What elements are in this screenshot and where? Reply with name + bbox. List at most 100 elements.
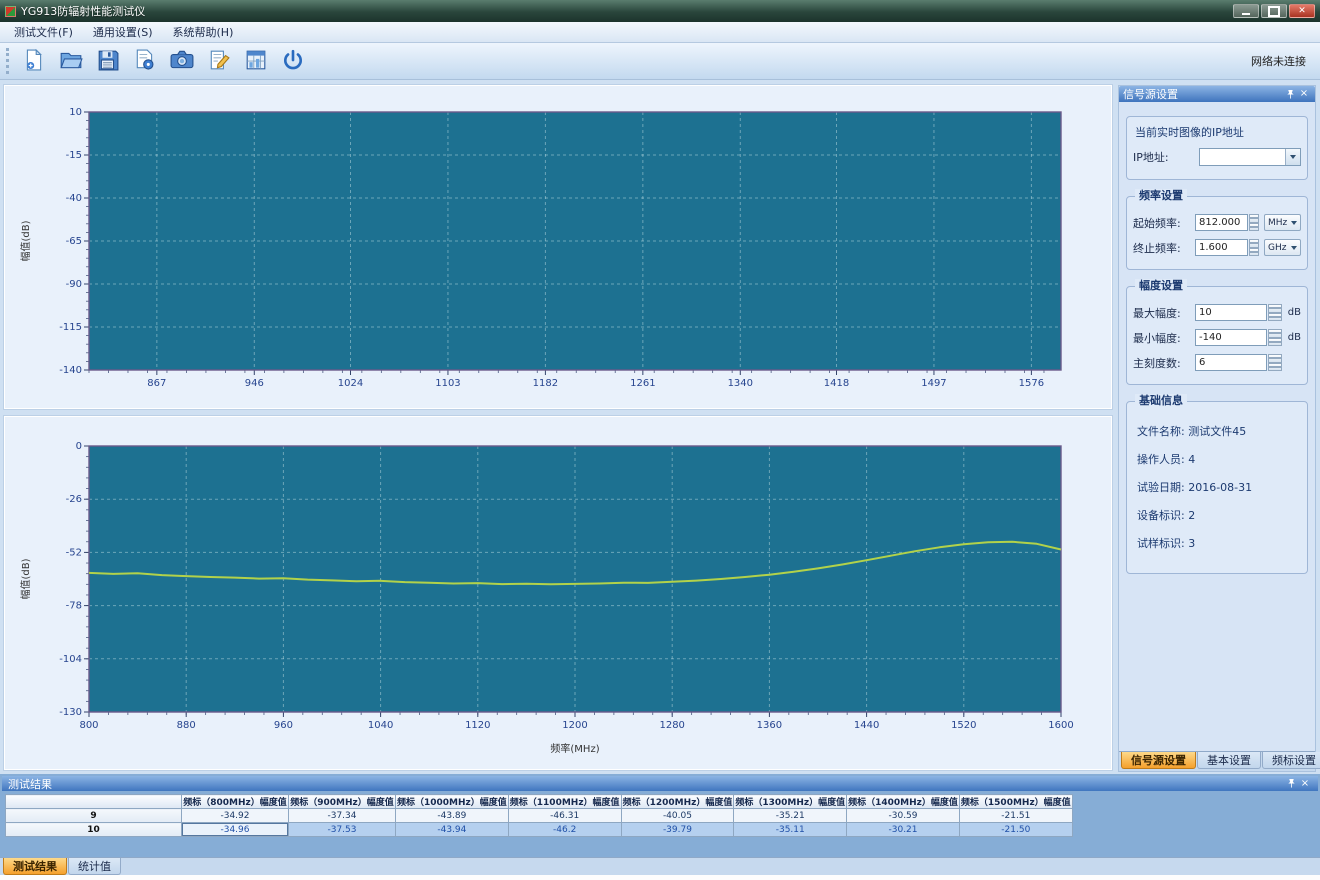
- freq-stepper-up[interactable]: [1249, 214, 1259, 223]
- result-curve-plot: 8008809601040112012001280136014401520160…: [5, 417, 1111, 769]
- table-cell[interactable]: -37.53: [289, 823, 396, 837]
- amp-stepper[interactable]: [1268, 354, 1282, 371]
- amp-stepper[interactable]: [1268, 329, 1282, 346]
- column-header-0[interactable]: [6, 795, 182, 809]
- table-cell[interactable]: -39.79: [621, 823, 734, 837]
- export-file-button[interactable]: [129, 46, 161, 76]
- open-folder-button[interactable]: [55, 46, 87, 76]
- results-tab-1[interactable]: 测试结果: [3, 858, 67, 875]
- column-header-3[interactable]: 频标（1000MHz）幅度值: [396, 795, 509, 809]
- ip-address-select[interactable]: [1199, 148, 1301, 166]
- minimize-button[interactable]: [1233, 4, 1259, 18]
- freq-unit-select[interactable]: MHz: [1264, 214, 1301, 231]
- row-label[interactable]: 9: [6, 809, 182, 823]
- svg-text:1103: 1103: [435, 378, 460, 389]
- table-cell[interactable]: -43.94: [396, 823, 509, 837]
- toolbar-grip[interactable]: [6, 48, 9, 74]
- column-header-4[interactable]: 频标（1100MHz）幅度值: [508, 795, 621, 809]
- freq-unit-value: MHz: [1268, 218, 1287, 228]
- charts-area: 8679461024110311821261134014181497157610…: [4, 85, 1112, 777]
- amp-stepper-up[interactable]: [1268, 329, 1282, 338]
- menu-item-1[interactable]: 测试文件(F): [4, 21, 83, 43]
- amp-input[interactable]: -140: [1195, 329, 1267, 346]
- amp-label: 主刻度数:: [1133, 355, 1195, 371]
- settings-tab-1[interactable]: 信号源设置: [1121, 752, 1196, 769]
- edit-note-icon: [208, 49, 230, 74]
- pin-icon[interactable]: [1284, 777, 1298, 790]
- amp-stepper[interactable]: [1268, 304, 1282, 321]
- statusbar-strip: [0, 875, 1320, 880]
- row-label[interactable]: 10: [6, 823, 182, 837]
- table-cell[interactable]: -35.11: [734, 823, 847, 837]
- close-icon[interactable]: ×: [1297, 88, 1311, 101]
- results-tab-2[interactable]: 统计值: [68, 858, 121, 875]
- table-row[interactable]: 9-34.92-37.34-43.89-46.31-40.05-35.21-30…: [6, 809, 1073, 823]
- table-cell[interactable]: -34.96: [182, 823, 289, 837]
- table-cell[interactable]: -46.31: [508, 809, 621, 823]
- freq-stepper[interactable]: [1249, 214, 1259, 231]
- svg-text:-78: -78: [66, 601, 82, 612]
- freq-stepper-down[interactable]: [1249, 223, 1259, 232]
- report-window-button[interactable]: [240, 46, 272, 76]
- table-row[interactable]: 10-34.96-37.53-43.94-46.2-39.79-35.11-30…: [6, 823, 1073, 837]
- chevron-down-icon: [1291, 221, 1297, 225]
- info-row-4: 设备标识: 2: [1137, 507, 1297, 523]
- freq-stepper-down[interactable]: [1249, 248, 1259, 257]
- freq-stepper[interactable]: [1249, 239, 1259, 256]
- save-button[interactable]: [92, 46, 124, 76]
- results-dock-header: 测试结果 ×: [2, 776, 1318, 791]
- amp-unit-label: dB: [1288, 307, 1301, 318]
- app-icon: [5, 6, 16, 17]
- amplitude-group: 幅度设置 最大幅度:10dB最小幅度:-140dB主刻度数:6: [1126, 286, 1308, 385]
- freq-input[interactable]: 812.000: [1195, 214, 1248, 231]
- amp-stepper-down[interactable]: [1268, 313, 1282, 322]
- pin-icon[interactable]: [1283, 88, 1297, 101]
- chevron-down-icon[interactable]: [1285, 149, 1300, 165]
- table-cell[interactable]: -35.21: [734, 809, 847, 823]
- column-header-7[interactable]: 频标（1400MHz）幅度值: [847, 795, 960, 809]
- table-cell[interactable]: -21.51: [959, 809, 1072, 823]
- svg-text:1440: 1440: [854, 720, 879, 731]
- new-file-button[interactable]: [18, 46, 50, 76]
- amp-stepper-down[interactable]: [1268, 338, 1282, 347]
- results-tabstrip: 测试结果统计值: [0, 857, 1320, 875]
- svg-text:1200: 1200: [562, 720, 587, 731]
- panel-header: 信号源设置 ×: [1119, 86, 1315, 102]
- close-button[interactable]: ✕: [1289, 4, 1315, 18]
- table-cell[interactable]: -34.92: [182, 809, 289, 823]
- maximize-button[interactable]: [1261, 4, 1287, 18]
- settings-tab-3[interactable]: 频标设置: [1262, 752, 1320, 769]
- table-cell[interactable]: -21.50: [959, 823, 1072, 837]
- table-cell[interactable]: -37.34: [289, 809, 396, 823]
- menu-item-2[interactable]: 通用设置(S): [83, 21, 163, 43]
- table-cell[interactable]: -30.59: [847, 809, 960, 823]
- amp-stepper-up[interactable]: [1268, 304, 1282, 313]
- svg-text:-26: -26: [66, 494, 82, 505]
- edit-note-button[interactable]: [203, 46, 235, 76]
- power-button[interactable]: [277, 46, 309, 76]
- table-cell[interactable]: -46.2: [508, 823, 621, 837]
- titlebar: YG913防辐射性能测试仪 ✕: [0, 0, 1320, 22]
- freq-input[interactable]: 1.600: [1195, 239, 1248, 256]
- settings-tab-2[interactable]: 基本设置: [1197, 752, 1261, 769]
- column-header-6[interactable]: 频标（1300MHz）幅度值: [734, 795, 847, 809]
- column-header-2[interactable]: 频标（900MHz）幅度值: [289, 795, 396, 809]
- amp-stepper-down[interactable]: [1268, 363, 1282, 372]
- column-header-5[interactable]: 频标（1200MHz）幅度值: [621, 795, 734, 809]
- table-cell[interactable]: -43.89: [396, 809, 509, 823]
- table-cell[interactable]: -40.05: [621, 809, 734, 823]
- camera-button[interactable]: [166, 46, 198, 76]
- amp-input[interactable]: 10: [1195, 304, 1267, 321]
- freq-unit-select[interactable]: GHz: [1264, 239, 1301, 256]
- freq-stepper-up[interactable]: [1249, 239, 1259, 248]
- column-header-8[interactable]: 频标（1500MHz）幅度值: [959, 795, 1072, 809]
- amp-input[interactable]: 6: [1195, 354, 1267, 371]
- close-icon[interactable]: ×: [1298, 777, 1312, 790]
- results-dock: 测试结果 × 频标（800MHz）幅度值频标（900MHz）幅度值频标（1000…: [0, 774, 1320, 857]
- column-header-1[interactable]: 频标（800MHz）幅度值: [182, 795, 289, 809]
- amp-stepper-up[interactable]: [1268, 354, 1282, 363]
- freq-unit-value: GHz: [1268, 243, 1286, 253]
- menu-item-3[interactable]: 系统帮助(H): [163, 21, 244, 43]
- menubar: 测试文件(F)通用设置(S)系统帮助(H): [0, 22, 1320, 43]
- table-cell[interactable]: -30.21: [847, 823, 960, 837]
